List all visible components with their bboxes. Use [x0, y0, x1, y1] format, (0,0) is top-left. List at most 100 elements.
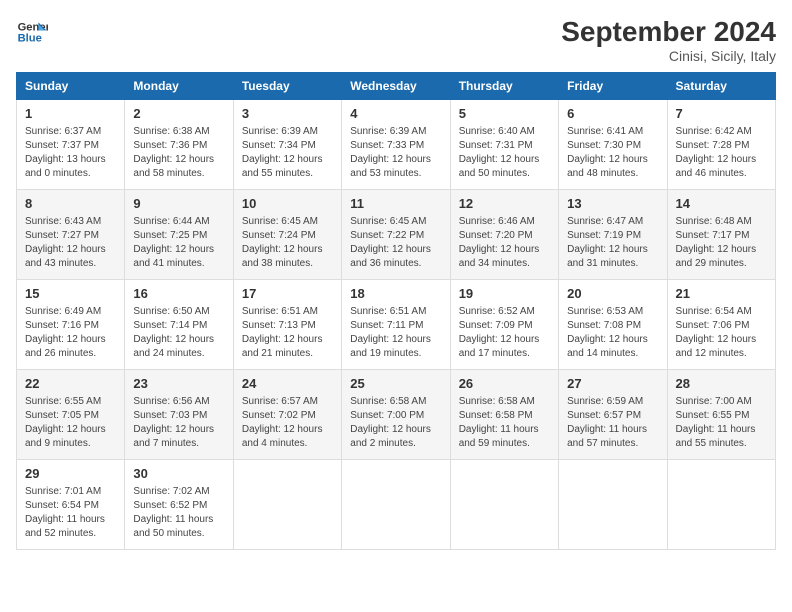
day-cell-5: 5 Sunrise: 6:40 AM Sunset: 7:31 PM Daylig…	[450, 100, 558, 190]
day-cell-11: 11 Sunrise: 6:45 AM Sunset: 7:22 PM Dayli…	[342, 190, 450, 280]
day-cell-2: 2Sunrise: 6:38 AM Sunset: 7:36 PM Daylig…	[125, 100, 233, 190]
day-cell-24: 24 Sunrise: 6:57 AM Sunset: 7:02 PM Dayli…	[233, 370, 341, 460]
day-info: Sunrise: 6:53 AM Sunset: 7:08 PM Dayligh…	[567, 305, 658, 361]
day-cell-1: 1 Sunrise: 6:37 AM Sunset: 7:37 PM Daylig…	[17, 100, 125, 190]
month-year: September 2024	[561, 16, 776, 48]
day-cell-22: 22 Sunrise: 6:55 AM Sunset: 7:05 PM Dayli…	[17, 370, 125, 460]
day-number: 29	[25, 465, 116, 483]
day-info: Sunrise: 6:58 AM Sunset: 6:58 PM Dayligh…	[459, 395, 550, 451]
day-info: Sunrise: 6:39 AM Sunset: 7:34 PM Dayligh…	[242, 125, 333, 181]
day-info: Sunrise: 6:55 AM Sunset: 7:05 PM Dayligh…	[25, 395, 116, 451]
empty-cell	[233, 460, 341, 550]
day-info: Sunrise: 6:52 AM Sunset: 7:09 PM Dayligh…	[459, 305, 550, 361]
day-cell-28: 28 Sunrise: 7:00 AM Sunset: 6:55 PM Dayli…	[667, 370, 775, 460]
header-tuesday: Tuesday	[233, 73, 341, 100]
day-number: 12	[459, 195, 550, 213]
week-row-2: 8Sunrise: 6:43 AM Sunset: 7:27 PM Daylig…	[17, 190, 776, 280]
day-number: 27	[567, 375, 658, 393]
day-number: 11	[350, 195, 441, 213]
day-info: Sunrise: 6:57 AM Sunset: 7:02 PM Dayligh…	[242, 395, 333, 451]
svg-text:General: General	[18, 21, 48, 33]
day-cell-21: 21Sunrise: 6:54 AM Sunset: 7:06 PM Dayli…	[667, 280, 775, 370]
header-monday: Monday	[125, 73, 233, 100]
day-number: 14	[676, 195, 767, 213]
day-number: 30	[133, 465, 224, 483]
day-number: 9	[133, 195, 224, 213]
calendar-table: Sunday Monday Tuesday Wednesday Thursday…	[16, 72, 776, 550]
day-cell-30: 30 Sunrise: 7:02 AM Sunset: 6:52 PM Dayli…	[125, 460, 233, 550]
day-cell-16: 16 Sunrise: 6:50 AM Sunset: 7:14 PM Dayli…	[125, 280, 233, 370]
day-number: 1	[25, 105, 116, 123]
header-thursday: Thursday	[450, 73, 558, 100]
day-cell-12: 12 Sunrise: 6:46 AM Sunset: 7:20 PM Dayli…	[450, 190, 558, 280]
day-number: 13	[567, 195, 658, 213]
day-number: 17	[242, 285, 333, 303]
day-number: 5	[459, 105, 550, 123]
day-number: 24	[242, 375, 333, 393]
day-cell-9: 9 Sunrise: 6:44 AM Sunset: 7:25 PM Daylig…	[125, 190, 233, 280]
page-header: General Blue September 2024 Cinisi, Sici…	[16, 16, 776, 64]
day-info: Sunrise: 6:50 AM Sunset: 7:14 PM Dayligh…	[133, 305, 224, 361]
title-block: September 2024 Cinisi, Sicily, Italy	[561, 16, 776, 64]
day-info: Sunrise: 6:40 AM Sunset: 7:31 PM Dayligh…	[459, 125, 550, 181]
day-cell-20: 20 Sunrise: 6:53 AM Sunset: 7:08 PM Dayli…	[559, 280, 667, 370]
day-info: Sunrise: 7:00 AM Sunset: 6:55 PM Dayligh…	[676, 395, 767, 451]
header-friday: Friday	[559, 73, 667, 100]
logo-icon: General Blue	[16, 16, 48, 48]
empty-cell	[342, 460, 450, 550]
day-info: Sunrise: 6:43 AM Sunset: 7:27 PM Dayligh…	[25, 215, 116, 271]
day-info: Sunrise: 6:46 AM Sunset: 7:20 PM Dayligh…	[459, 215, 550, 271]
weekday-header-row: Sunday Monday Tuesday Wednesday Thursday…	[17, 73, 776, 100]
day-info: Sunrise: 6:41 AM Sunset: 7:30 PM Dayligh…	[567, 125, 658, 181]
day-info: Sunrise: 7:01 AM Sunset: 6:54 PM Dayligh…	[25, 485, 116, 541]
header-sunday: Sunday	[17, 73, 125, 100]
day-cell-23: 23 Sunrise: 6:56 AM Sunset: 7:03 PM Dayli…	[125, 370, 233, 460]
day-cell-6: 6 Sunrise: 6:41 AM Sunset: 7:30 PM Daylig…	[559, 100, 667, 190]
day-info: Sunrise: 6:47 AM Sunset: 7:19 PM Dayligh…	[567, 215, 658, 271]
day-number: 6	[567, 105, 658, 123]
logo: General Blue	[16, 16, 48, 48]
header-wednesday: Wednesday	[342, 73, 450, 100]
day-number: 28	[676, 375, 767, 393]
location: Cinisi, Sicily, Italy	[561, 48, 776, 64]
day-info: Sunrise: 6:38 AM Sunset: 7:36 PM Dayligh…	[133, 125, 224, 181]
day-cell-25: 25Sunrise: 6:58 AM Sunset: 7:00 PM Dayli…	[342, 370, 450, 460]
day-info: Sunrise: 6:48 AM Sunset: 7:17 PM Dayligh…	[676, 215, 767, 271]
empty-cell	[559, 460, 667, 550]
empty-cell	[667, 460, 775, 550]
day-number: 16	[133, 285, 224, 303]
day-number: 19	[459, 285, 550, 303]
day-cell-29: 29 Sunrise: 7:01 AM Sunset: 6:54 PM Dayli…	[17, 460, 125, 550]
day-cell-15: 15Sunrise: 6:49 AM Sunset: 7:16 PM Dayli…	[17, 280, 125, 370]
svg-text:Blue: Blue	[18, 33, 42, 45]
day-info: Sunrise: 6:42 AM Sunset: 7:28 PM Dayligh…	[676, 125, 767, 181]
day-info: Sunrise: 6:49 AM Sunset: 7:16 PM Dayligh…	[25, 305, 116, 361]
day-number: 7	[676, 105, 767, 123]
day-cell-3: 3 Sunrise: 6:39 AM Sunset: 7:34 PM Daylig…	[233, 100, 341, 190]
day-info: Sunrise: 6:51 AM Sunset: 7:11 PM Dayligh…	[350, 305, 441, 361]
day-info: Sunrise: 6:56 AM Sunset: 7:03 PM Dayligh…	[133, 395, 224, 451]
day-number: 20	[567, 285, 658, 303]
day-info: Sunrise: 6:37 AM Sunset: 7:37 PM Dayligh…	[25, 125, 116, 181]
day-info: Sunrise: 6:45 AM Sunset: 7:22 PM Dayligh…	[350, 215, 441, 271]
day-cell-27: 27Sunrise: 6:59 AM Sunset: 6:57 PM Dayli…	[559, 370, 667, 460]
day-info: Sunrise: 6:58 AM Sunset: 7:00 PM Dayligh…	[350, 395, 441, 451]
day-cell-7: 7 Sunrise: 6:42 AM Sunset: 7:28 PM Daylig…	[667, 100, 775, 190]
day-cell-14: 14 Sunrise: 6:48 AM Sunset: 7:17 PM Dayli…	[667, 190, 775, 280]
day-info: Sunrise: 6:54 AM Sunset: 7:06 PM Dayligh…	[676, 305, 767, 361]
day-number: 23	[133, 375, 224, 393]
header-saturday: Saturday	[667, 73, 775, 100]
day-number: 22	[25, 375, 116, 393]
day-cell-13: 13 Sunrise: 6:47 AM Sunset: 7:19 PM Dayli…	[559, 190, 667, 280]
week-row-3: 15Sunrise: 6:49 AM Sunset: 7:16 PM Dayli…	[17, 280, 776, 370]
day-info: Sunrise: 6:51 AM Sunset: 7:13 PM Dayligh…	[242, 305, 333, 361]
day-number: 10	[242, 195, 333, 213]
day-cell-17: 17 Sunrise: 6:51 AM Sunset: 7:13 PM Dayli…	[233, 280, 341, 370]
week-row-1: 1 Sunrise: 6:37 AM Sunset: 7:37 PM Daylig…	[17, 100, 776, 190]
day-info: Sunrise: 7:02 AM Sunset: 6:52 PM Dayligh…	[133, 485, 224, 541]
day-number: 4	[350, 105, 441, 123]
day-info: Sunrise: 6:39 AM Sunset: 7:33 PM Dayligh…	[350, 125, 441, 181]
day-info: Sunrise: 6:44 AM Sunset: 7:25 PM Dayligh…	[133, 215, 224, 271]
week-row-4: 22 Sunrise: 6:55 AM Sunset: 7:05 PM Dayli…	[17, 370, 776, 460]
day-number: 3	[242, 105, 333, 123]
